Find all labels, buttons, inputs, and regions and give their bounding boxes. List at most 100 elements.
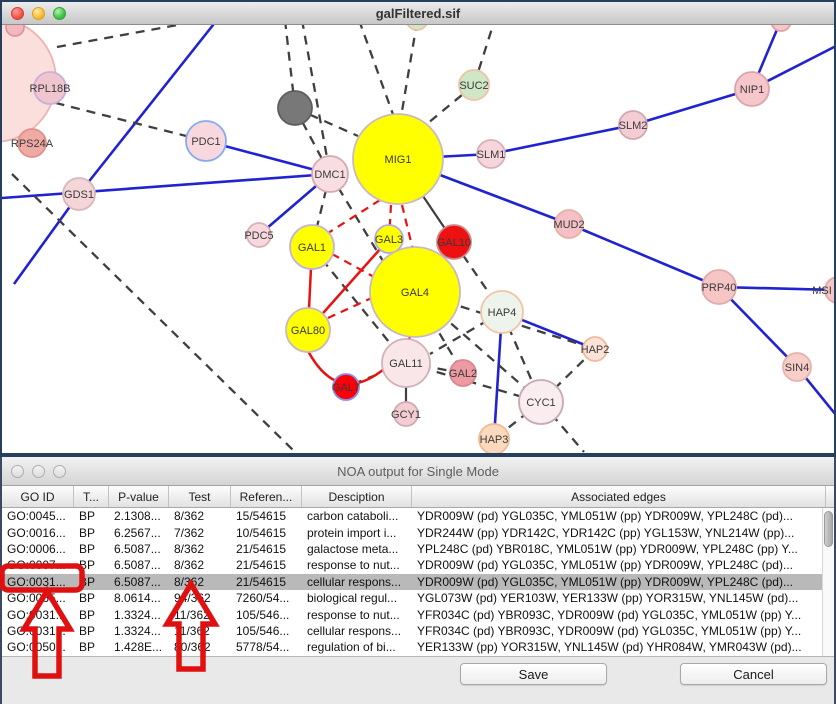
table-cell: GO:0045... — [2, 509, 74, 523]
table-cell: 105/546... — [231, 608, 302, 622]
edge[interactable] — [633, 89, 752, 125]
edge[interactable] — [40, 99, 206, 141]
minimize-button[interactable] — [32, 465, 45, 478]
table-row[interactable]: GO:0031...BP1.3324...11/362105/546...cel… — [2, 623, 834, 639]
node-label: GDS1 — [64, 189, 94, 201]
table-row[interactable]: GO:0007...BP6.5087...8/36221/54615respon… — [2, 557, 834, 573]
table-cell: 21/54615 — [231, 575, 302, 589]
table-cell: 11/362 — [169, 624, 231, 638]
close-button[interactable] — [11, 465, 24, 478]
edge[interactable] — [332, 254, 376, 278]
table-cell: BP — [74, 624, 109, 638]
table-row[interactable]: GO:0031...BP6.5087...8/36221/54615cellul… — [2, 574, 834, 590]
table-cell: 6.5087... — [109, 558, 169, 572]
node-label: HAP4 — [488, 307, 517, 319]
table-cell: 7/362 — [169, 526, 231, 540]
network-canvas[interactable]: RPL18BRPS24AGDS1PDC1PDC5DMC1MIG1SUC2SLM1… — [2, 2, 834, 453]
node-label: HAP2 — [581, 344, 610, 356]
table-cell: GO:0016... — [2, 526, 74, 540]
node-label: GAL2 — [449, 368, 477, 380]
cancel-button[interactable]: Cancel — [680, 663, 827, 685]
node-label: GAL3 — [375, 234, 403, 246]
table-cell: YDR009W (pd) YGL035C, YML051W (pp) YDR00… — [412, 558, 826, 572]
table-cell: BP — [74, 591, 109, 605]
table-cell: GO:0031... — [2, 575, 74, 589]
table-cell: protein import i... — [302, 526, 412, 540]
table-cell: regulation of bi... — [302, 640, 412, 654]
screen: RPL18BRPS24AGDS1PDC1PDC5DMC1MIG1SUC2SLM1… — [0, 0, 836, 704]
node-label: MUD2 — [553, 219, 584, 231]
table-cell: YGL073W (pd) YER103W, YER133W (pp) YOR31… — [412, 591, 826, 605]
table-cell: GO:0031... — [2, 608, 74, 622]
edge[interactable] — [12, 174, 295, 452]
zoom-button[interactable] — [53, 465, 66, 478]
node-label: CYC1 — [526, 397, 555, 409]
table-cell: BP — [74, 526, 109, 540]
table-cell: biological regul... — [302, 591, 412, 605]
table-cell: cellular respons... — [302, 575, 412, 589]
table-cell: YPL248C (pd) YBR018C, YML051W (pp) YDR00… — [412, 542, 826, 556]
edge[interactable] — [359, 20, 395, 120]
table-row[interactable]: GO:0045...BP2.1308...8/36215/54615carbon… — [2, 508, 834, 524]
edge[interactable] — [2, 174, 330, 198]
network-window: RPL18BRPS24AGDS1PDC1PDC5DMC1MIG1SUC2SLM1… — [0, 0, 836, 457]
column-header-associatededges[interactable]: Associated edges — [412, 486, 826, 507]
table-cell: YDR009W (pd) YGL035C, YML051W (pp) YDR00… — [412, 509, 826, 523]
node-label: RPL18B — [30, 83, 71, 95]
vertical-scrollbar[interactable] — [822, 508, 834, 656]
column-header-t[interactable]: T... — [74, 486, 109, 507]
node-label: SIN4 — [785, 362, 809, 374]
table-cell: GO:0031... — [2, 624, 74, 638]
table-cell: 105/546... — [231, 624, 302, 638]
node-label: HAP3 — [480, 434, 509, 446]
table-cell: 10/54615 — [231, 526, 302, 540]
table-cell: GO:0050... — [2, 640, 74, 654]
window-title: galFiltered.sif — [2, 6, 834, 21]
network-titlebar: galFiltered.sif — [2, 2, 834, 25]
table-cell: 94/362 — [169, 591, 231, 605]
column-header-test[interactable]: Test — [169, 486, 231, 507]
table-cell: 6.5087... — [109, 575, 169, 589]
table-cell: 80/362 — [169, 640, 231, 654]
table-cell: galactose meta... — [302, 542, 412, 556]
edge[interactable] — [79, 20, 217, 194]
table-cell: BP — [74, 509, 109, 523]
node-label: GAL1 — [298, 242, 326, 254]
table-row[interactable]: GO:0006...BP6.5087...8/36221/54615galact… — [2, 541, 834, 557]
table-row[interactable]: GO:0065...BP8.0614...94/3627260/54...bio… — [2, 590, 834, 606]
scrollbar-thumb[interactable] — [824, 511, 833, 547]
node-label: GAL7 — [332, 382, 360, 394]
column-header-pvalue[interactable]: P-value — [109, 486, 169, 507]
table-cell: YDR244W (pp) YDR142C, YDR142C (pp) YGL15… — [412, 526, 826, 540]
table-cell: 8/362 — [169, 575, 231, 589]
column-header-desciption[interactable]: Desciption — [302, 486, 412, 507]
node-label: PRP40 — [702, 282, 737, 294]
node-label: DMC1 — [314, 169, 345, 181]
edge[interactable] — [401, 22, 417, 117]
table-cell: 8.0614... — [109, 591, 169, 605]
table-cell: BP — [74, 608, 109, 622]
table-row[interactable]: GO:0016...BP6.2567...7/36210/54615protei… — [2, 524, 834, 540]
table-rows: GO:0045...BP2.1308...8/36215/54615carbon… — [2, 508, 834, 656]
close-button[interactable] — [11, 7, 24, 20]
edge[interactable] — [569, 224, 719, 287]
edge[interactable] — [491, 125, 633, 154]
table-cell: 1.3324... — [109, 608, 169, 622]
table-row[interactable]: GO:0031...BP1.3324...11/362105/546...res… — [2, 606, 834, 622]
save-button[interactable]: Save — [460, 663, 607, 685]
column-header-goid[interactable]: GO ID — [2, 486, 74, 507]
column-header-referen[interactable]: Referen... — [231, 486, 302, 507]
minimize-button[interactable] — [32, 7, 45, 20]
table-row[interactable]: GO:0050...BP1.428E...80/3625778/54...reg… — [2, 639, 834, 655]
zoom-button[interactable] — [53, 7, 66, 20]
table-cell: GO:0006... — [2, 542, 74, 556]
table-cell: YER133W (pp) YOR315W, YNL145W (pd) YHR08… — [412, 640, 826, 654]
table-cell: 2.1308... — [109, 509, 169, 523]
table-cell: GO:0065... — [2, 591, 74, 605]
node-unlabeled[interactable] — [278, 91, 312, 125]
table-cell: 15/54615 — [231, 509, 302, 523]
table-body: GO:0045...BP2.1308...8/36215/54615carbon… — [2, 508, 834, 656]
table-cell: 5778/54... — [231, 640, 302, 654]
table-cell: 21/54615 — [231, 558, 302, 572]
node-label: SLM1 — [477, 149, 506, 161]
